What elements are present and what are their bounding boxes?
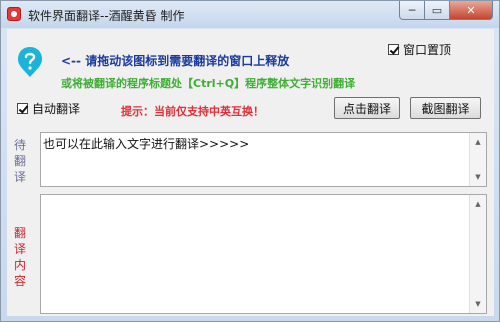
drag-instruction: <-- 请拖动该图标到需要翻译的窗口上释放 <box>61 54 290 68</box>
scroll-up-icon[interactable]: ▲ <box>470 196 486 212</box>
topmost-checkbox[interactable]: 窗口置顶 <box>388 41 451 58</box>
source-textbox[interactable]: 也可以在此输入文字进行翻译>>>>> ▲ ▼ <box>40 132 487 187</box>
hint-text: 提示：当前仅支持中英互换！ <box>121 105 264 118</box>
auto-translate-checkbox[interactable]: 自动翻译 <box>17 100 80 117</box>
result-textbox[interactable]: ▲ ▼ <box>40 194 487 314</box>
source-scrollbar[interactable]: ▲ ▼ <box>469 133 486 186</box>
auto-translate-label: 自动翻译 <box>32 102 81 116</box>
checkbox-checked-icon[interactable] <box>17 103 28 114</box>
result-label: 翻译内容 <box>13 226 26 288</box>
scroll-down-icon[interactable]: ▼ <box>470 296 486 312</box>
shortcut-instruction: 或将被翻译的程序标题处【Ctrl+Q】程序整体文字识别翻译 <box>61 77 356 90</box>
scroll-up-icon[interactable]: ▲ <box>470 134 486 150</box>
app-window: 软件界面翻译--酒醒黄昏 制作 ─ ▭ ✕ <-- 请拖动该图标到需要翻译的窗口… <box>0 0 500 322</box>
source-label: 待翻译 <box>13 138 26 184</box>
window-controls: ─ ▭ ✕ <box>399 1 493 20</box>
drag-target-icon[interactable] <box>17 46 43 78</box>
translate-button[interactable]: 点击翻译 <box>334 97 400 119</box>
minimize-button[interactable]: ─ <box>399 1 425 20</box>
topmost-label: 窗口置顶 <box>403 43 452 57</box>
maximize-button[interactable]: ▭ <box>425 1 450 20</box>
scroll-down-icon[interactable]: ▼ <box>470 169 486 185</box>
capture-translate-button[interactable]: 截图翻译 <box>410 97 481 119</box>
window-title: 软件界面翻译--酒醒黄昏 制作 <box>28 9 185 23</box>
checkbox-checked-icon[interactable] <box>388 44 399 55</box>
title-bar[interactable]: 软件界面翻译--酒醒黄昏 制作 ─ ▭ ✕ <box>1 1 499 28</box>
app-icon <box>7 7 21 21</box>
close-button[interactable]: ✕ <box>450 1 493 20</box>
result-scrollbar[interactable]: ▲ ▼ <box>469 195 486 313</box>
source-text[interactable]: 也可以在此输入文字进行翻译>>>>> <box>43 135 249 152</box>
